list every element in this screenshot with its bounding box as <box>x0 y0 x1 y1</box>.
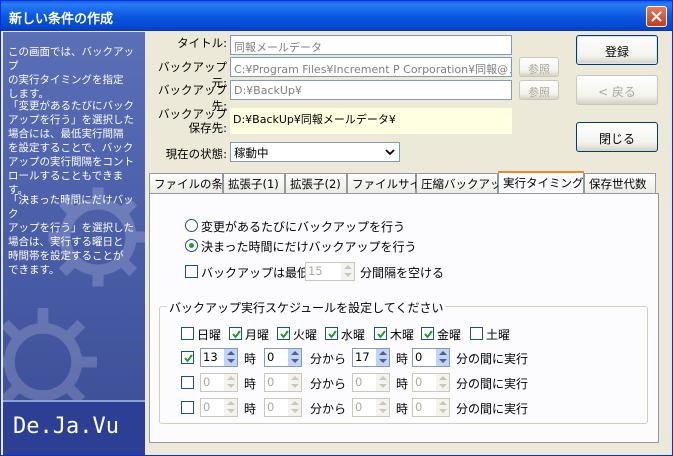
weekday-sunday-label: 日曜 <box>197 328 222 342</box>
radio-on-change-label: 変更があるたびにバックアップを行う <box>201 220 406 234</box>
interval-suffix-label: 分間隔を空ける <box>360 266 445 280</box>
row-1-end-minute-spinner[interactable]: 0 <box>412 348 450 367</box>
title-field[interactable]: 同報メールデータ <box>230 35 512 55</box>
close-button[interactable]: 閉じる <box>576 122 658 152</box>
row-1-start-minute-spinner[interactable]: 0 <box>264 348 302 367</box>
weekday-monday-checkbox[interactable] <box>229 327 242 340</box>
row-2-end-hour-spinner[interactable]: 0 <box>352 373 390 392</box>
interval-prefix-label: バックアップは最低 <box>201 266 310 280</box>
check-icon <box>232 330 241 339</box>
app-logo: De.Ja.Vu <box>3 400 145 455</box>
weekday-tuesday-label: 火曜 <box>293 328 318 342</box>
weekday-wednesday-label: 水曜 <box>341 328 366 342</box>
hour-label: 時 <box>396 352 409 366</box>
weekday-sunday-checkbox[interactable] <box>181 327 194 340</box>
sidebar-help: この画面では、バックアップ の実行タイミングを指定 します。 「変更があるたびにバッ… <box>3 32 145 455</box>
tab-file-conditions[interactable]: ファイルの条件 <box>149 173 235 193</box>
weekday-friday-checkbox[interactable] <box>421 327 434 340</box>
dialog-window: 新しい条件の作成 この画面では、バックアップ の実行タイミングを指定 します。 「変… <box>0 0 673 456</box>
check-icon <box>280 330 289 339</box>
schedule-row-3-checkbox[interactable] <box>181 401 194 414</box>
from-label: 分から <box>310 377 347 391</box>
close-icon <box>651 11 662 22</box>
close-window-button[interactable] <box>646 6 667 27</box>
weekday-tuesday-checkbox[interactable] <box>277 327 290 340</box>
help-paragraph-1: この画面では、バックアップ の実行タイミングを指定 します。 <box>8 46 134 100</box>
weekday-monday-label: 月曜 <box>245 328 270 342</box>
row-3-end-minute-spinner[interactable]: 0 <box>412 398 450 417</box>
source-field[interactable]: C:¥Program Files¥Increment P Corporation… <box>230 57 512 77</box>
help-paragraph-3: 「決まった時間にだけバック アップを行う」を選択した 場合は、実行する曜日と 時間帯を… <box>8 194 134 276</box>
row-3-end-hour-spinner[interactable]: 0 <box>352 398 390 417</box>
weekday-thursday-label: 木曜 <box>390 328 415 342</box>
destination-field[interactable]: D:¥BackUp¥ <box>230 80 512 100</box>
tab-extension-1[interactable]: 拡張子(1) <box>223 173 285 193</box>
status-label: 現在の状態: <box>165 147 227 161</box>
row-3-start-hour-spinner[interactable]: 0 <box>200 398 238 417</box>
interval-spinner[interactable]: 15 <box>305 262 355 281</box>
weekday-friday-label: 金曜 <box>437 328 462 342</box>
check-icon <box>184 354 193 363</box>
from-label: 分から <box>310 402 347 416</box>
window-title: 新しい条件の作成 <box>9 12 114 27</box>
until-label: 分の間に実行 <box>456 402 529 416</box>
row-1-end-hour-spinner[interactable]: 17 <box>352 348 390 367</box>
chevron-down-icon <box>385 149 395 156</box>
row-2-end-minute-spinner[interactable]: 0 <box>412 373 450 392</box>
radio-scheduled[interactable] <box>185 239 198 252</box>
title-label: タイトル: <box>177 36 227 50</box>
row-3-start-minute-spinner[interactable]: 0 <box>264 398 302 417</box>
weekday-saturday-checkbox[interactable] <box>470 327 483 340</box>
from-label: 分から <box>310 352 347 366</box>
schedule-group-title: バックアップ実行スケジュールを設定してください <box>167 299 446 316</box>
tab-generations[interactable]: 保存世代数 <box>584 173 656 193</box>
tab-execution-timing[interactable]: 実行タイミング <box>498 171 584 194</box>
schedule-row-1-checkbox[interactable] <box>181 351 194 364</box>
interval-checkbox[interactable] <box>185 265 198 278</box>
row-1-start-hour-spinner[interactable]: 13 <box>200 348 238 367</box>
check-icon <box>377 330 386 339</box>
hour-label: 時 <box>244 377 257 391</box>
radio-on-change[interactable] <box>185 219 198 232</box>
status-select[interactable]: 稼動中 <box>230 142 400 162</box>
check-icon <box>328 330 337 339</box>
back-button[interactable]: < 戻る <box>576 75 658 105</box>
row-2-start-hour-spinner[interactable]: 0 <box>200 373 238 392</box>
weekday-thursday-checkbox[interactable] <box>374 327 387 340</box>
hour-label: 時 <box>396 402 409 416</box>
save-location-label: バックアップ 保存先: <box>158 107 227 135</box>
help-paragraph-2: 「変更があるたびにバック アップを行う」を選択した 場合には、最低実行間隔 を設定する… <box>8 100 134 196</box>
check-icon <box>424 330 433 339</box>
status-select-value: 稼動中 <box>234 146 269 160</box>
weekday-wednesday-checkbox[interactable] <box>325 327 338 340</box>
save-location-value: D:¥BackUp¥同報メールデータ¥ <box>230 108 512 134</box>
browse-source-button[interactable]: 参照 <box>519 57 559 77</box>
tab-compressed-backup[interactable]: 圧縮バックアップ <box>416 173 513 193</box>
until-label: 分の間に実行 <box>456 352 529 366</box>
hour-label: 時 <box>244 402 257 416</box>
hour-label: 時 <box>396 377 409 391</box>
hour-label: 時 <box>244 352 257 366</box>
row-2-start-minute-spinner[interactable]: 0 <box>264 373 302 392</box>
weekday-saturday-label: 土曜 <box>486 328 511 342</box>
title-bar: 新しい条件の作成 <box>1 1 672 31</box>
register-button[interactable]: 登録 <box>576 35 658 65</box>
tab-file-size[interactable]: ファイルサイズ <box>347 173 432 193</box>
radio-scheduled-label: 決まった時間にだけバックアップを行う <box>201 240 417 254</box>
tab-extension-2[interactable]: 拡張子(2) <box>285 173 347 193</box>
browse-destination-button[interactable]: 参照 <box>519 80 559 100</box>
schedule-row-2-checkbox[interactable] <box>181 376 194 389</box>
until-label: 分の間に実行 <box>456 377 529 391</box>
